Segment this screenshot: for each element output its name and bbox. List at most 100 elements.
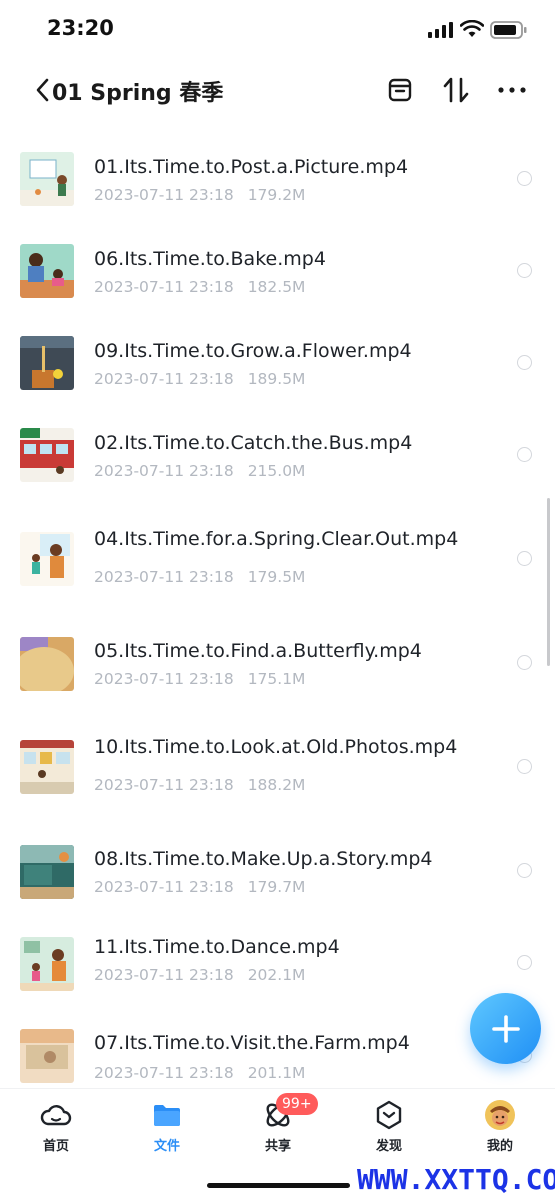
- video-thumbnail: [20, 937, 74, 991]
- file-row[interactable]: 02.Its.Time.to.Catch.the.Bus.mp4 2023-07…: [0, 398, 555, 490]
- file-meta: 2023-07-11 23:18 175.1M: [94, 670, 305, 688]
- select-radio[interactable]: [517, 355, 532, 370]
- back-chevron-icon[interactable]: [34, 77, 54, 103]
- archive-button[interactable]: [384, 74, 416, 106]
- file-name: 08.Its.Time.to.Make.Up.a.Story.mp4: [94, 848, 433, 870]
- file-size: 182.5M: [247, 278, 306, 296]
- file-size: 202.1M: [247, 966, 306, 984]
- file-row[interactable]: 11.Its.Time.to.Dance.mp4 2023-07-11 23:1…: [0, 898, 555, 991]
- video-thumbnail: [20, 740, 74, 794]
- file-date: 2023-07-11 23:18: [94, 370, 234, 388]
- file-size: 179.5M: [247, 568, 306, 586]
- file-meta: 2023-07-11 23:18 201.1M: [94, 1064, 305, 1082]
- file-date: 2023-07-11 23:18: [94, 462, 234, 480]
- video-thumbnail: [20, 336, 74, 390]
- file-name: 06.Its.Time.to.Bake.mp4: [94, 248, 326, 270]
- avatar: [485, 1100, 515, 1130]
- select-radio[interactable]: [517, 171, 532, 186]
- select-radio[interactable]: [517, 655, 532, 670]
- tab-share-label: 共享: [264, 1139, 291, 1154]
- select-radio[interactable]: [517, 551, 532, 566]
- tab-home[interactable]: 首页: [16, 1089, 96, 1161]
- file-row[interactable]: 04.Its.Time.for.a.Spring.Clear.Out.mp4 2…: [0, 490, 555, 594]
- file-meta: 2023-07-11 23:18 179.2M: [94, 186, 305, 204]
- wifi-icon: [460, 20, 484, 37]
- file-row[interactable]: 08.Its.Time.to.Make.Up.a.Story.mp4 2023-…: [0, 802, 555, 899]
- file-date: 2023-07-11 23:18: [94, 278, 234, 296]
- select-radio[interactable]: [517, 955, 532, 970]
- file-size: 188.2M: [247, 776, 306, 794]
- file-date: 2023-07-11 23:18: [94, 568, 234, 586]
- video-thumbnail: [20, 845, 74, 899]
- file-date: 2023-07-11 23:18: [94, 966, 234, 984]
- status-time: 23:20: [47, 16, 114, 40]
- tab-discover[interactable]: 发现: [349, 1089, 429, 1161]
- tab-mine[interactable]: 我的: [460, 1089, 540, 1161]
- file-date: 2023-07-11 23:18: [94, 776, 234, 794]
- file-list: 01.Its.Time.to.Post.a.Picture.mp4 2023-0…: [0, 122, 555, 1090]
- file-meta: 2023-07-11 23:18 179.7M: [94, 878, 305, 896]
- nav-header: 01 Spring 春季: [0, 60, 555, 122]
- file-name: 02.Its.Time.to.Catch.the.Bus.mp4: [94, 432, 413, 454]
- file-row[interactable]: 01.Its.Time.to.Post.a.Picture.mp4 2023-0…: [0, 122, 555, 214]
- file-size: 179.7M: [247, 878, 306, 896]
- status-bar: 23:20: [0, 0, 555, 60]
- file-row[interactable]: 09.Its.Time.to.Grow.a.Flower.mp4 2023-07…: [0, 306, 555, 398]
- video-thumbnail: [20, 1029, 74, 1083]
- tab-share[interactable]: 99+ 共享: [238, 1089, 318, 1161]
- file-date: 2023-07-11 23:18: [94, 670, 234, 688]
- plus-icon: [491, 1014, 520, 1043]
- folder-icon: [154, 1105, 180, 1126]
- cloud-home-icon: [40, 1105, 72, 1126]
- archive-icon: [388, 78, 412, 102]
- file-date: 2023-07-11 23:18: [94, 186, 234, 204]
- video-thumbnail: [20, 152, 74, 206]
- watermark-text: WWW.XXTTQ.COM: [357, 1163, 555, 1196]
- file-name: 10.Its.Time.to.Look.at.Old.Photos.mp4: [94, 736, 458, 758]
- tab-mine-label: 我的: [486, 1139, 513, 1154]
- bottom-tab-bar: 首页 文件 99+ 共享 发现 我的: [0, 1088, 555, 1161]
- file-name: 09.Its.Time.to.Grow.a.Flower.mp4: [94, 340, 412, 362]
- file-size: 175.1M: [247, 670, 306, 688]
- file-meta: 2023-07-11 23:18 188.2M: [94, 776, 305, 794]
- file-date: 2023-07-11 23:18: [94, 878, 234, 896]
- file-row[interactable]: 10.Its.Time.to.Look.at.Old.Photos.mp4 20…: [0, 698, 555, 802]
- select-radio[interactable]: [517, 263, 532, 278]
- page-title: 01 Spring 春季: [52, 81, 224, 106]
- video-thumbnail: [20, 637, 74, 691]
- file-meta: 2023-07-11 23:18 202.1M: [94, 966, 305, 984]
- file-date: 2023-07-11 23:18: [94, 1064, 234, 1082]
- file-meta: 2023-07-11 23:18 215.0M: [94, 462, 305, 480]
- select-radio[interactable]: [517, 447, 532, 462]
- tab-files[interactable]: 文件: [127, 1089, 207, 1161]
- more-dots-icon: [498, 87, 526, 93]
- file-name: 04.Its.Time.for.a.Spring.Clear.Out.mp4: [94, 528, 459, 550]
- add-button[interactable]: [470, 993, 541, 1064]
- select-radio[interactable]: [517, 759, 532, 774]
- file-meta: 2023-07-11 23:18 189.5M: [94, 370, 305, 388]
- discover-cube-icon: [376, 1100, 402, 1130]
- select-radio[interactable]: [517, 863, 532, 878]
- sort-icon: [443, 77, 469, 103]
- file-meta: 2023-07-11 23:18 179.5M: [94, 568, 305, 586]
- file-size: 179.2M: [247, 186, 306, 204]
- battery-icon: [490, 21, 527, 39]
- share-badge: 99+: [276, 1093, 318, 1115]
- more-button[interactable]: [496, 74, 528, 106]
- file-name: 05.Its.Time.to.Find.a.Butterfly.mp4: [94, 640, 422, 662]
- file-row[interactable]: 05.Its.Time.to.Find.a.Butterfly.mp4 2023…: [0, 594, 555, 698]
- file-name: 01.Its.Time.to.Post.a.Picture.mp4: [94, 156, 409, 178]
- scrollbar[interactable]: [547, 498, 550, 666]
- tab-discover-label: 发现: [375, 1139, 402, 1154]
- file-name: 11.Its.Time.to.Dance.mp4: [94, 936, 340, 958]
- file-size: 189.5M: [247, 370, 306, 388]
- file-size: 201.1M: [247, 1064, 306, 1082]
- file-row[interactable]: 06.Its.Time.to.Bake.mp4 2023-07-11 23:18…: [0, 214, 555, 306]
- file-size: 215.0M: [247, 462, 306, 480]
- cellular-signal-icon: [428, 22, 453, 38]
- video-thumbnail: [20, 428, 74, 482]
- video-thumbnail: [20, 244, 74, 298]
- sort-button[interactable]: [440, 74, 472, 106]
- home-indicator: [207, 1183, 350, 1188]
- file-name: 07.Its.Time.to.Visit.the.Farm.mp4: [94, 1032, 410, 1054]
